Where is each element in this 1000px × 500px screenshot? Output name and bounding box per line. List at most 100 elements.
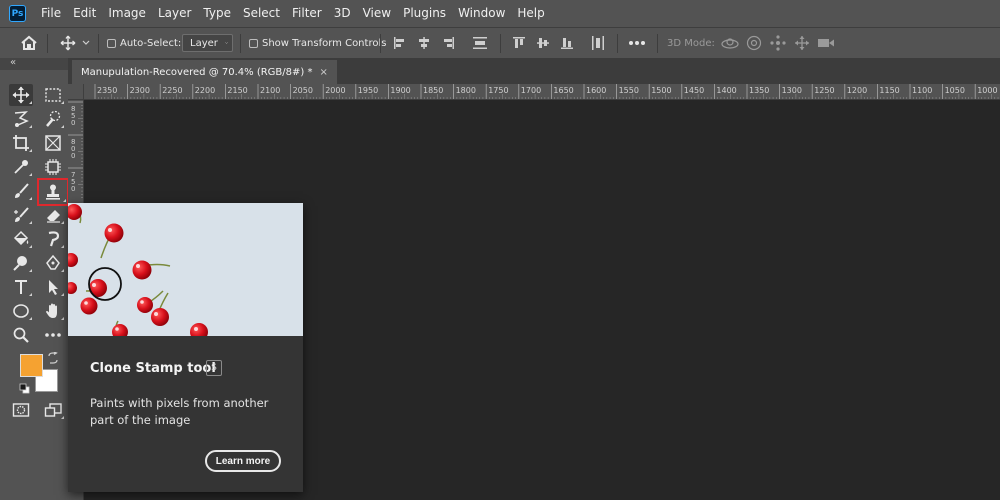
clone-stamp-tool[interactable] [37,178,69,206]
menu-view[interactable]: View [357,0,397,27]
menu-window[interactable]: Window [452,0,511,27]
pen-tool[interactable] [41,252,65,274]
screen-mode-button[interactable] [41,399,65,421]
slide-icon [795,36,809,50]
crop-tool[interactable] [9,132,33,154]
edit-toolbar-button[interactable] [41,324,65,346]
ruler-origin[interactable] [68,84,84,100]
ruler-tick-label: 1850 [423,86,443,95]
ruler-tick-label: 1600 [586,86,606,95]
ruler-tick-label: 1300 [782,86,802,95]
align-top-edges-button[interactable] [512,28,526,58]
tooltip-preview-image [68,203,303,336]
ruler-tick-label: 1550 [619,86,639,95]
3d-orbit-button[interactable] [720,28,740,58]
chevron-down-icon [225,42,228,44]
cherries-illustration [68,204,208,336]
history-brush-tool[interactable] [9,204,33,226]
ruler-tick-label: 2000 [325,86,345,95]
tools-panel-header[interactable]: « [0,57,68,70]
home-icon [21,35,37,50]
menu-3d[interactable]: 3D [328,0,357,27]
crop-icon [13,135,29,151]
close-tab-icon[interactable]: × [319,67,327,78]
move-tool-preset-picker[interactable] [60,28,90,58]
quick-selection-tool[interactable] [41,108,65,130]
home-button[interactable] [20,28,38,58]
align-bottom-edges-button[interactable] [560,28,574,58]
collapse-panel-icon[interactable]: « [10,57,16,68]
eyedropper-tool[interactable] [9,156,33,178]
dodge-tool[interactable] [9,252,33,274]
swap-colors-button[interactable] [47,352,59,364]
ruler-tick-label: 1100 [912,86,932,95]
ruler-tick-label: 1050 [945,86,965,95]
ellipse-icon [13,304,29,318]
default-colors-icon [19,383,30,394]
auto-select-target-dropdown[interactable]: Layer [182,34,233,52]
ruler-tick-label: 1400 [716,86,736,95]
align-right-edges-button[interactable] [441,28,455,58]
blur-tool[interactable] [41,228,65,250]
eraser-tool[interactable] [41,204,65,226]
menu-filter[interactable]: Filter [286,0,328,27]
options-separator [657,34,658,53]
quick-mask-mode-button[interactable] [9,399,33,421]
align-vertical-centers-button[interactable] [536,28,550,58]
eyedropper-icon [14,160,28,174]
foreground-color-swatch[interactable] [20,354,43,377]
auto-select-checkbox[interactable]: Auto-Select: [107,28,181,58]
menu-layer[interactable]: Layer [152,0,197,27]
show-transform-check-box[interactable] [249,38,258,48]
dodge-icon [13,256,27,271]
menu-file[interactable]: File [35,0,67,27]
show-transform-label: Show Transform Controls [262,37,387,49]
type-tool[interactable] [9,276,33,298]
frame-icon [45,135,61,151]
history-brush-icon [14,207,29,222]
menu-select[interactable]: Select [237,0,286,27]
menu-type[interactable]: Type [197,0,237,27]
more-options-button[interactable] [628,28,646,58]
3d-slide-button[interactable] [794,28,810,58]
photoshop-logo: Ps [9,5,26,22]
menu-image[interactable]: Image [102,0,152,27]
ruler-tick-label: 0 [71,152,75,160]
object-selection-tool[interactable] [41,156,65,178]
move-tool[interactable] [9,84,33,106]
3d-scale-button[interactable] [817,28,835,58]
gradient-tool[interactable] [9,228,33,250]
menu-edit[interactable]: Edit [67,0,102,27]
distribute-vertical-button[interactable] [472,28,488,58]
menu-help[interactable]: Help [511,0,550,27]
ruler-tick-label: 2350 [97,86,117,95]
brush-tool[interactable] [9,180,33,202]
screen-mode-icon [44,403,62,417]
hand-tool[interactable] [41,300,65,322]
horizontal-ruler[interactable]: 2350 2300 2250 2200 2150 2100 2050 2000 1950 1900… [84,84,1000,100]
learn-more-button[interactable]: Learn more [205,450,281,472]
align-horizontal-centers-button[interactable] [417,28,431,58]
default-colors-button[interactable] [19,383,30,394]
3d-roll-button[interactable] [745,28,763,58]
rich-tooltip: Clone Stamp tool S Paints with pixels fr… [68,203,303,492]
align-left-icon [394,37,404,49]
orbit-icon [721,38,739,49]
distribute-horizontal-button[interactable] [591,28,605,58]
path-selection-tool[interactable] [41,276,65,298]
ruler-tick-label: 2100 [260,86,280,95]
zoom-tool[interactable] [9,324,33,346]
ruler-tick-label: 2150 [227,86,247,95]
document-tab[interactable]: Manupulation-Recovered @ 70.4% (RGB/8#) … [72,60,337,84]
align-left-edges-button[interactable] [393,28,407,58]
shape-tool[interactable] [9,300,33,322]
pen-icon [46,254,60,270]
auto-select-check-box[interactable] [107,38,116,48]
3d-drag-button[interactable] [770,28,786,58]
show-transform-controls-checkbox[interactable]: Show Transform Controls [249,28,386,58]
menu-plugins[interactable]: Plugins [397,0,452,27]
frame-tool[interactable] [41,132,65,154]
more-icon [629,41,645,45]
marquee-tool[interactable] [41,84,65,106]
lasso-tool[interactable] [9,108,33,130]
